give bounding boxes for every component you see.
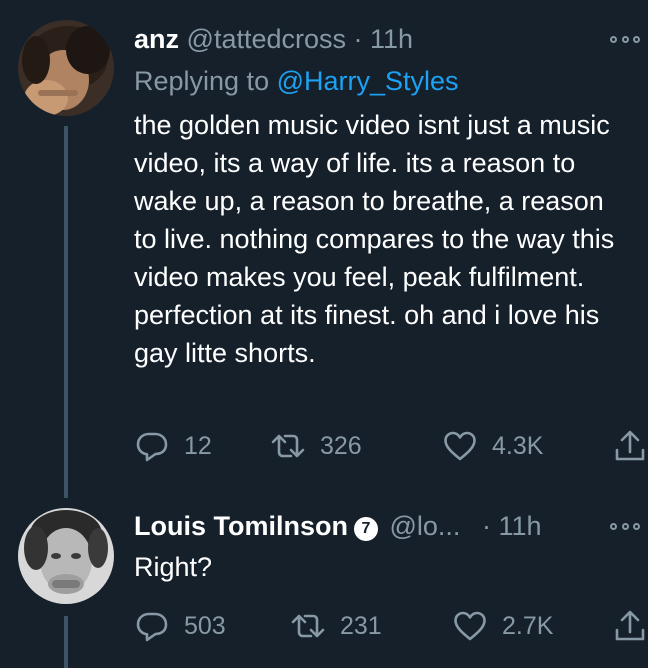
separator-dot: · [353,24,363,54]
separator-dot-2: · [481,511,491,541]
tweet-time[interactable]: 11h [370,24,413,54]
reply-count: 12 [184,431,212,460]
share-button[interactable] [612,426,648,466]
retweet-button[interactable]: 326 [270,426,362,466]
avatar-louis[interactable] [18,508,114,604]
retweet-icon [291,614,325,638]
share-button-2[interactable] [612,606,648,646]
reply-button-2[interactable]: 503 [134,606,226,646]
tweet-time-2[interactable]: 11h [498,511,541,541]
thread-connector-line-2 [64,616,68,668]
author-handle-2[interactable]: @lo... [390,511,461,541]
like-button-2[interactable]: 2.7K [452,606,553,646]
tweet-header: anz @tattedcross · 11h [134,22,413,56]
verified-badge-icon: 7 [353,517,378,541]
like-count: 4.3K [492,431,544,460]
avatar-anz[interactable] [18,20,114,116]
retweet-count: 326 [320,431,362,460]
reply-button[interactable]: 12 [134,426,212,466]
author-handle[interactable]: @tattedcross [187,24,346,54]
replying-to-label: Replying to [134,66,270,96]
more-options-icon[interactable] [610,32,640,46]
thread-connector-line [64,126,68,498]
author-name[interactable]: anz [134,24,179,54]
share-icon [615,610,645,641]
tweet-actions-2: 503 231 2.7K [134,606,648,646]
tweet-1[interactable]: anz @tattedcross · 11h Replying to @Harr… [0,0,648,500]
tweet-2[interactable]: Louis Tomilnson 7 @lo... · 11h Right? 503… [0,500,648,668]
more-options-icon-2[interactable] [610,519,640,533]
share-icon [615,430,645,461]
author-name-2[interactable]: Louis Tomilnson [134,511,348,541]
replying-to-line: Replying to @Harry_Styles [134,64,459,98]
retweet-button-2[interactable]: 231 [290,606,382,646]
reply-count-2: 503 [184,611,226,640]
retweet-icon [271,434,305,458]
tweet-actions: 12 326 4.3K [134,426,648,466]
heart-icon [454,611,486,641]
replying-to-mention[interactable]: @Harry_Styles [277,66,459,96]
heart-icon [444,431,476,461]
tweet-text-2: Right? [134,552,213,582]
tweet-header-2: Louis Tomilnson 7 @lo... · 11h [134,509,542,543]
reply-icon [136,612,168,642]
tweet-text: the golden music video isnt just a music… [134,110,615,368]
reply-icon [136,432,168,462]
like-button[interactable]: 4.3K [442,426,543,466]
retweet-count-2: 231 [340,611,382,640]
like-count-2: 2.7K [502,611,554,640]
